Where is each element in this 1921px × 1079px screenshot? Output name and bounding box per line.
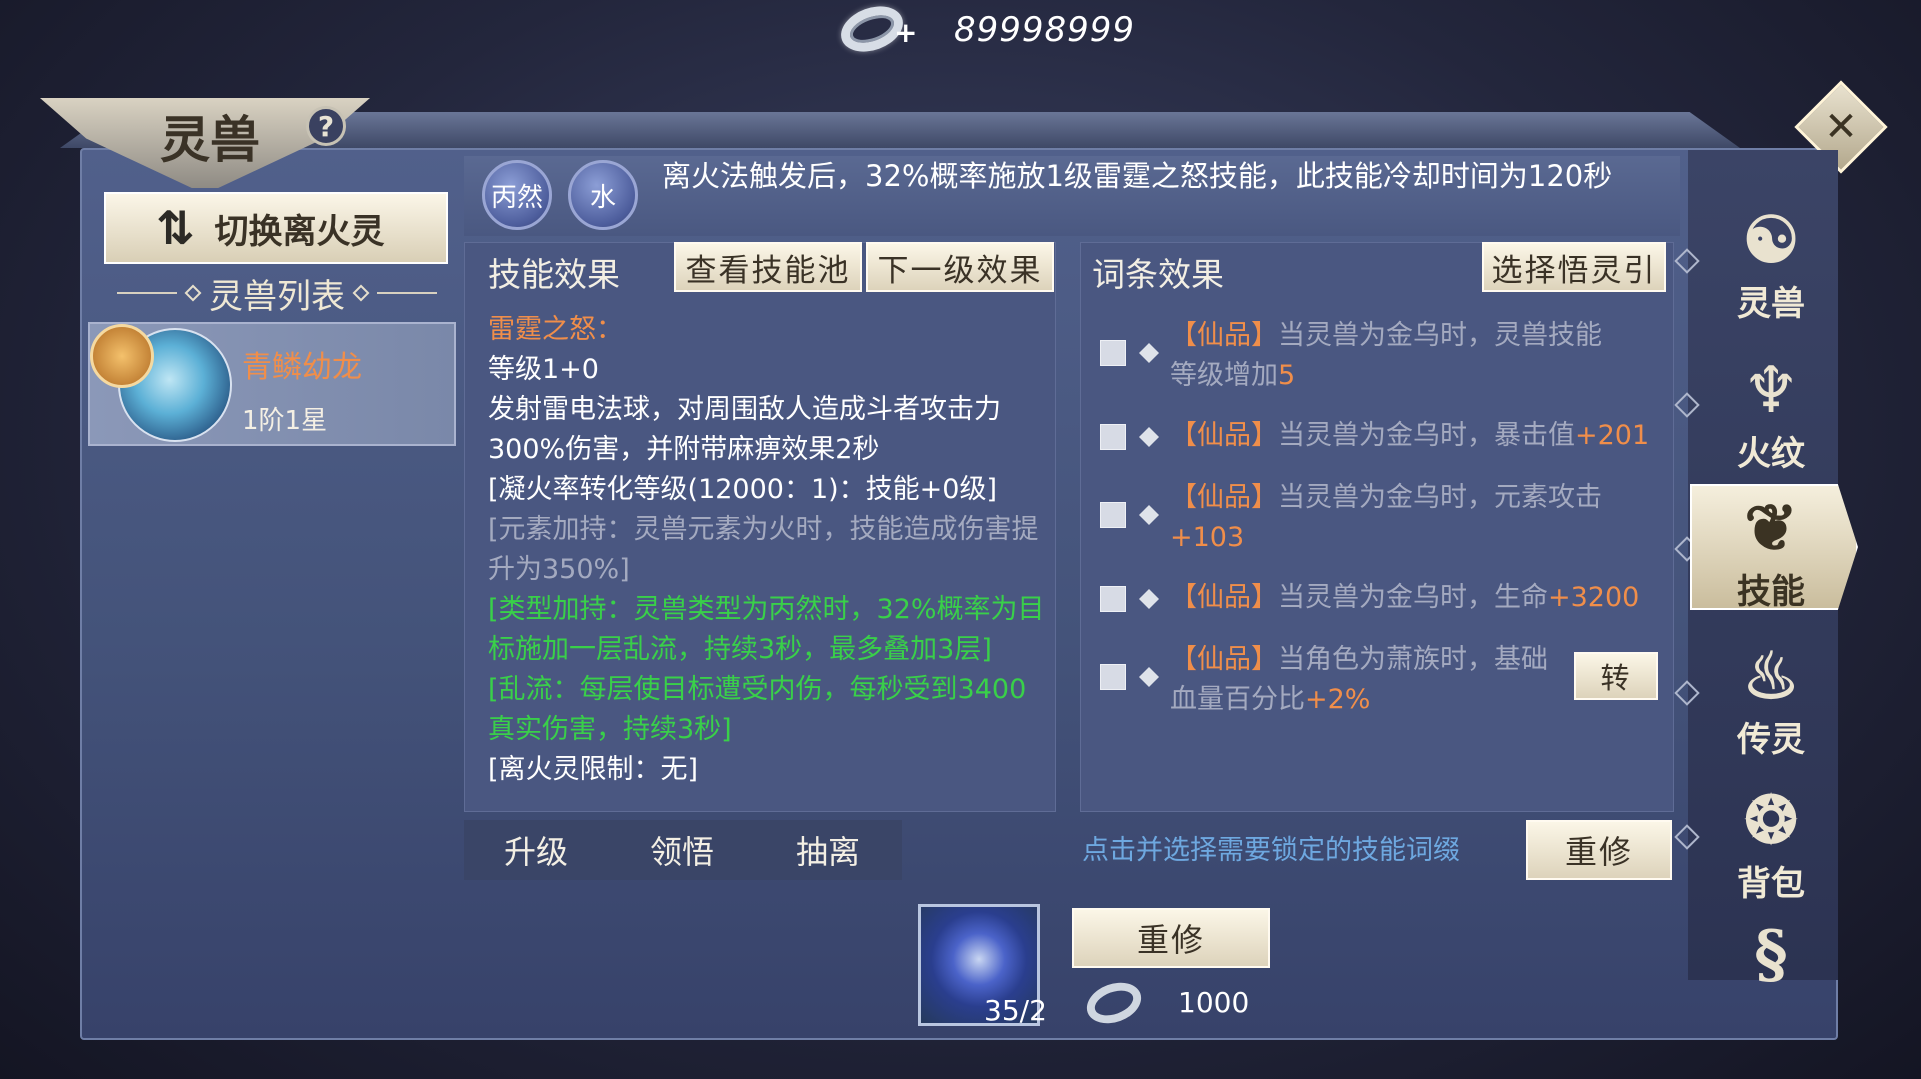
- affix-row[interactable]: 【仙品】当灵兽为金乌时，元素攻击 +103: [1100, 478, 1660, 558]
- affix-value: +201: [1575, 420, 1650, 451]
- swap-arrows-icon: ⇅: [156, 201, 195, 255]
- flame-crest-icon: ♆: [1742, 353, 1800, 428]
- window-title: 灵兽: [160, 110, 260, 169]
- affix-text: 当灵兽为金乌时，元素攻击: [1278, 482, 1602, 513]
- tab-comprehend[interactable]: 领悟: [612, 820, 752, 880]
- affix-row[interactable]: 【仙品】当灵兽为金乌时，生命+3200: [1100, 578, 1660, 618]
- affix-text: 当灵兽为金乌时，生命: [1278, 582, 1548, 613]
- flame-book-icon: ♨: [1742, 639, 1800, 714]
- nav-label: 技能: [1737, 572, 1805, 612]
- lion-badge-icon: [90, 324, 154, 388]
- diamond-icon: [184, 284, 202, 302]
- nav-skill[interactable]: ❦ 技能: [1716, 494, 1826, 613]
- currency-amount: 89998999: [954, 10, 1136, 50]
- nav-fire-crest[interactable]: ♆ 火纹: [1716, 356, 1826, 475]
- silver-ring-icon: +: [834, 0, 917, 60]
- element-bonus-line: [元素加持：灵兽元素为火时，技能造成伤害提升为350%]: [488, 514, 1039, 585]
- affix-grade: 【仙品】: [1170, 420, 1278, 451]
- skill-description: 离火法触发后，32%概率施放1级雷霆之怒技能，此技能冷却时间为120秒: [662, 159, 1613, 193]
- diamond-icon: [1139, 505, 1159, 525]
- lock-hint-text: 点击并选择需要锁定的技能词缀: [1082, 835, 1460, 866]
- affix-grade: 【仙品】: [1170, 582, 1278, 613]
- nav-label: 传灵: [1737, 720, 1805, 760]
- yin-yang-icon: ☯: [1742, 203, 1800, 278]
- nav-backpack[interactable]: ❂ 背包: [1716, 786, 1826, 905]
- nav-dragon[interactable]: §: [1716, 920, 1826, 990]
- affix-text: 当灵兽为金乌时，暴击值: [1278, 420, 1575, 451]
- affix-grade: 【仙品】: [1170, 644, 1278, 675]
- transfer-button[interactable]: 转: [1574, 652, 1658, 700]
- turbulence-line: [乱流：每层使目标遭受内伤，每秒受到3400真实伤害，持续3秒]: [488, 674, 1027, 745]
- restriction-line: [离火灵限制：无]: [488, 754, 699, 785]
- affix-value: +103: [1170, 522, 1245, 553]
- element-badge-water: 水: [568, 160, 638, 230]
- nav-spirit-transfer[interactable]: ♨ 传灵: [1716, 642, 1826, 761]
- diamond-icon: [352, 284, 370, 302]
- currency-display[interactable]: + 89998999: [834, 0, 1140, 60]
- lock-checkbox[interactable]: [1100, 424, 1126, 450]
- switch-fire-spirit-button[interactable]: ⇅ 切换离火灵: [104, 192, 448, 264]
- affix-row[interactable]: 【仙品】当灵兽为金乌时，灵兽技能等级增加5: [1100, 316, 1660, 396]
- affix-value: +3200: [1548, 582, 1640, 613]
- nav-label: 火纹: [1737, 434, 1805, 474]
- nav-label: 背包: [1737, 864, 1805, 904]
- pet-list-item[interactable]: 青鳞幼龙 1阶1星: [88, 322, 456, 446]
- lock-checkbox[interactable]: [1100, 340, 1126, 366]
- diamond-icon: [1139, 589, 1159, 609]
- skill-effect-line: 发射雷电法球，对周围敌人造成斗者攻击力300%伤害，并附带麻痹效果2秒: [488, 394, 1001, 465]
- affix-row[interactable]: 【仙品】当灵兽为金乌时，暴击值+201: [1100, 416, 1660, 456]
- choose-spirit-guide-button[interactable]: 选择悟灵引: [1482, 242, 1666, 292]
- diamond-icon: [1139, 427, 1159, 447]
- pet-rank: 1阶1星: [242, 406, 328, 436]
- skill-name: 雷霆之怒：: [488, 314, 623, 345]
- lock-checkbox[interactable]: [1100, 502, 1126, 528]
- tab-upgrade[interactable]: 升级: [466, 820, 606, 880]
- skill-book-icon: ❦: [1744, 491, 1798, 566]
- affix-grade: 【仙品】: [1170, 482, 1278, 513]
- view-skill-pool-button[interactable]: 查看技能池: [674, 242, 862, 292]
- affix-effect-title: 词条效果: [1092, 255, 1224, 294]
- pouch-icon: ❂: [1744, 783, 1798, 858]
- tab-extract[interactable]: 抽离: [758, 820, 898, 880]
- lock-checkbox[interactable]: [1100, 586, 1126, 612]
- skill-effect-text[interactable]: 雷霆之怒： 等级1+0 发射雷电法球，对周围敌人造成斗者攻击力300%伤害，并附…: [488, 310, 1048, 802]
- type-bonus-line: [类型加持：灵兽类型为丙然时，32%概率为目标施加一层乱流，持续3秒，最多叠加3…: [488, 594, 1045, 665]
- reforge-affix-button[interactable]: 重修: [1526, 820, 1672, 880]
- coin-cost: 1000: [1178, 986, 1250, 1019]
- diamond-icon: [1139, 667, 1159, 687]
- divider: [377, 292, 437, 294]
- pet-list-title: 灵兽列表: [209, 276, 345, 317]
- skill-conversion-line: [凝火率转化等级(12000：1)：技能+0级]: [488, 474, 998, 505]
- affix-value: +2%: [1305, 684, 1371, 715]
- reforge-button[interactable]: 重修: [1072, 908, 1270, 968]
- pet-list-header: 灵兽列表: [112, 270, 442, 317]
- affix-grade: 【仙品】: [1170, 320, 1278, 351]
- switch-button-label: 切换离火灵: [214, 211, 385, 252]
- skill-level: 等级1+0: [488, 354, 599, 385]
- pet-name: 青鳞幼龙: [242, 350, 362, 385]
- skill-effect-title: 技能效果: [488, 255, 620, 294]
- nav-spirit-beast[interactable]: ☯ 灵兽: [1716, 206, 1826, 325]
- element-badge-type: 丙然: [482, 160, 552, 230]
- diamond-icon: [1139, 343, 1159, 363]
- dragon-icon: §: [1754, 917, 1788, 992]
- next-level-effect-button[interactable]: 下一级效果: [866, 242, 1054, 292]
- material-count: 35/2: [984, 994, 1047, 1027]
- help-button[interactable]: ?: [306, 106, 346, 146]
- divider: [117, 292, 177, 294]
- affix-value: 5: [1278, 360, 1296, 391]
- nav-label: 灵兽: [1737, 284, 1805, 324]
- lock-checkbox[interactable]: [1100, 664, 1126, 690]
